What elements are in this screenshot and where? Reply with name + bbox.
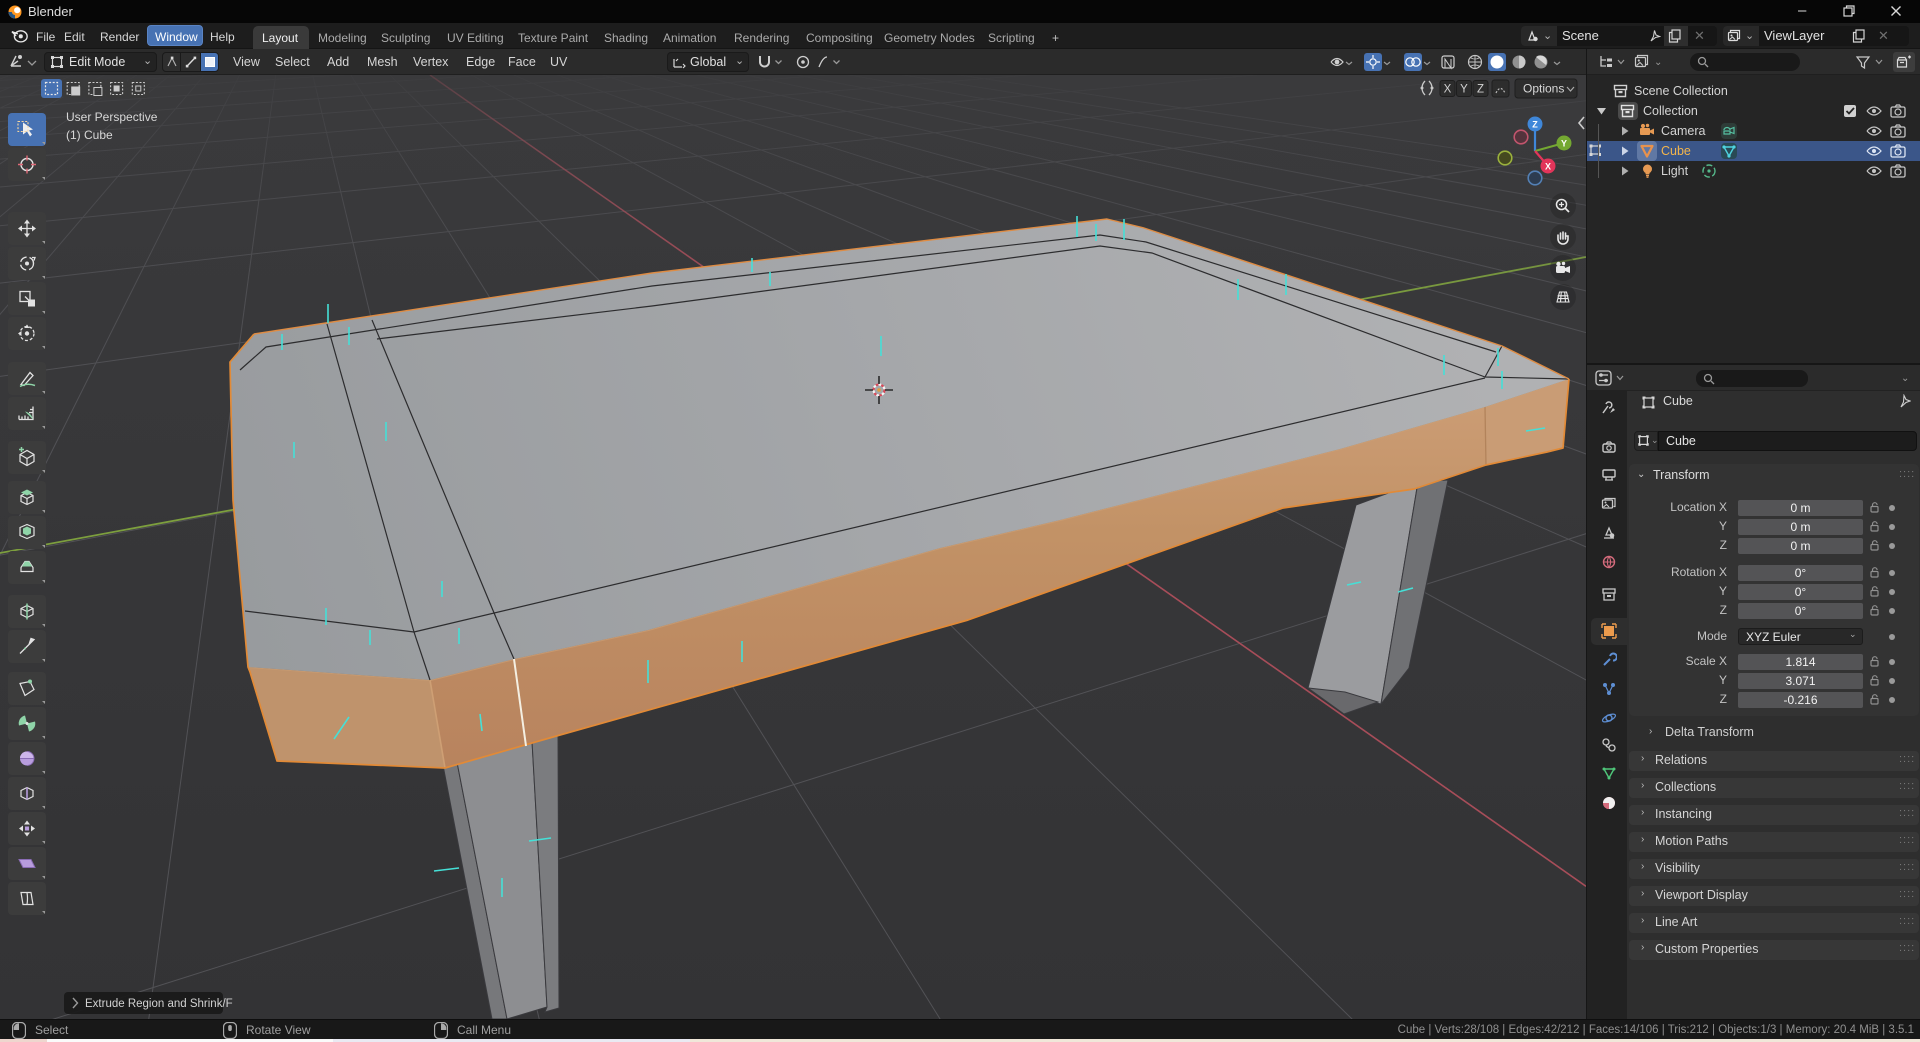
- svg-text:X: X: [1545, 161, 1551, 171]
- svg-text:User Perspective: User Perspective: [66, 110, 158, 124]
- svg-text:Extrude Region and Shrink/F: Extrude Region and Shrink/F: [85, 998, 233, 1010]
- svg-text:X: X: [1444, 84, 1452, 96]
- svg-text:(1) Cube: (1) Cube: [66, 128, 113, 142]
- svg-text:Y: Y: [1460, 84, 1468, 96]
- svg-text:Options: Options: [1523, 82, 1564, 96]
- svg-text:Z: Z: [1532, 119, 1538, 129]
- svg-text:Y: Y: [1561, 138, 1567, 148]
- svg-text:Z: Z: [1477, 84, 1484, 96]
